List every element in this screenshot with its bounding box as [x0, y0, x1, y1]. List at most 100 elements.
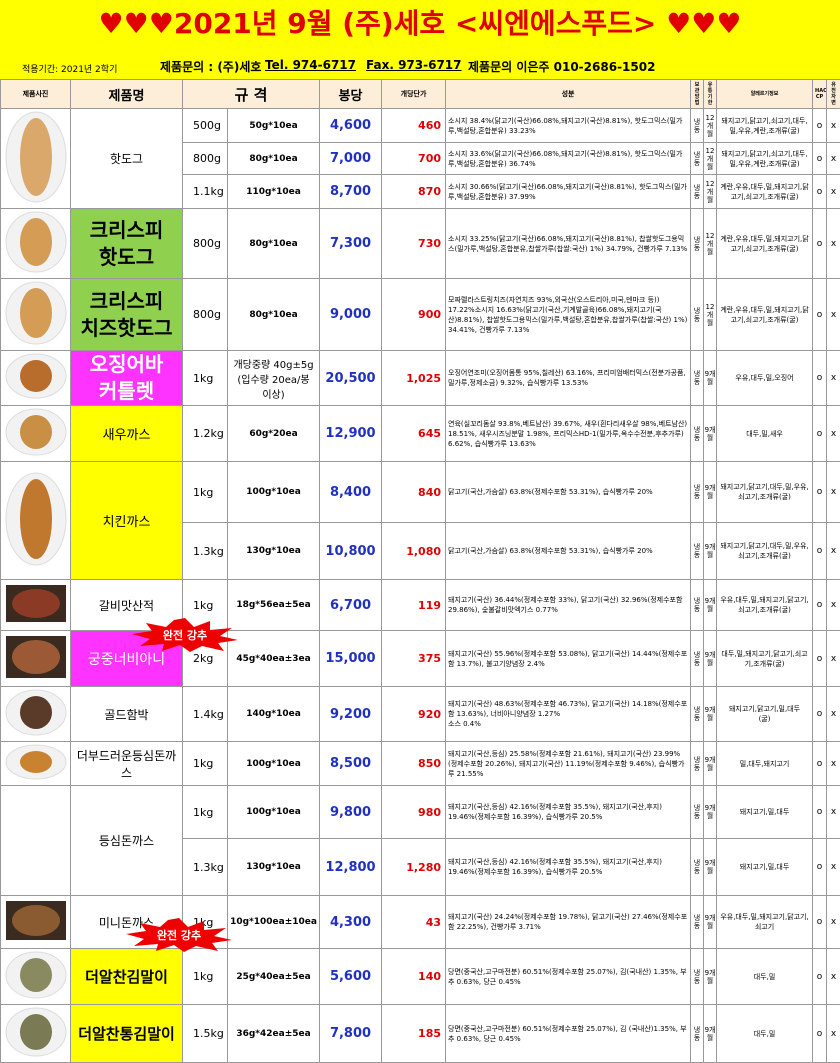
box-price-cell: 4,600 — [320, 109, 382, 143]
spec-cell: 110g*10ea — [228, 175, 320, 209]
recommend-badge-text: 완전 강추 — [126, 918, 232, 952]
allergy-cell: 돼지고기,밀,대두 — [717, 786, 813, 839]
product-photo — [1, 687, 71, 742]
product-photo — [1, 786, 71, 896]
shelf-life-cell: 9개월 — [704, 406, 717, 462]
gmo-cell: x — [827, 523, 840, 580]
spec-cell: 45g*40ea±3ea — [228, 631, 320, 687]
ingredients-cell: 닭고기(국산,가슴살) 63.8%(정제수포함 53.31%), 습식빵가루 2… — [446, 523, 691, 580]
box-price-cell: 9,000 — [320, 279, 382, 351]
shelf-life-cell: 9개월 — [704, 786, 717, 839]
shelf-life-cell: 9개월 — [704, 631, 717, 687]
haccp-cell: o — [813, 1005, 827, 1063]
product-photo — [1, 896, 71, 949]
unit-price-cell: 980 — [382, 786, 446, 839]
product-name: 새우까스 — [71, 406, 183, 462]
contact-company: 제품문의 : (주)세호 — [160, 58, 261, 76]
box-price-cell: 10,800 — [320, 523, 382, 580]
weight-cell: 1.2kg — [183, 406, 228, 462]
ingredients-cell: 소시지 30.66%(닭고기(국산)66.08%,돼지고기(국산)8.81%),… — [446, 175, 691, 209]
shelf-life-cell: 12개월 — [704, 209, 717, 279]
shelf-life-cell: 12개월 — [704, 109, 717, 143]
unit-price-cell: 375 — [382, 631, 446, 687]
col-shelf-life: 유통 기한 — [704, 80, 717, 109]
col-storage: 보관 방법 — [691, 80, 704, 109]
spec-cell: 140g*10ea — [228, 687, 320, 742]
shelf-life-cell: 9개월 — [704, 742, 717, 786]
ingredients-cell: 돼지고기(국산,등심) 42.16%(정제수포함 35.5%), 돼지고기(국산… — [446, 839, 691, 896]
table-row: 새우까스1.2kg60g*20ea12,900645연육(실꼬리돔살 93.8%… — [1, 406, 840, 462]
allergy-cell: 대두,밀,새우 — [717, 406, 813, 462]
food-image-icon — [4, 743, 68, 781]
unit-price-cell: 700 — [382, 143, 446, 175]
product-name: 더알찬통김말이 — [71, 1005, 183, 1063]
storage-cell: 냉동 — [691, 896, 704, 949]
spec-cell: 100g*10ea — [228, 742, 320, 786]
allergy-cell: 돼지고기,닭고기,밀,대두 (굴) — [717, 687, 813, 742]
shelf-life-cell: 9개월 — [704, 1005, 717, 1063]
unit-price-cell: 185 — [382, 1005, 446, 1063]
shelf-life-cell: 12개월 — [704, 143, 717, 175]
allergy-cell: 우유,대두,밀,돼지고기,닭고기,쇠고기 — [717, 896, 813, 949]
unit-price-cell: 870 — [382, 175, 446, 209]
shelf-life-cell: 9개월 — [704, 462, 717, 523]
product-photo — [1, 406, 71, 462]
ingredients-cell: 돼지고기(국산) 36.44%(정제수포함 33%), 닭고기(국산) 32.9… — [446, 580, 691, 631]
weight-cell: 1.3kg — [183, 839, 228, 896]
storage-cell: 냉동 — [691, 279, 704, 351]
spec-cell: 개당중량 40g±5g (입수량 20ea/봉 이상) — [228, 351, 320, 406]
box-price-cell: 7,000 — [320, 143, 382, 175]
gmo-cell: x — [827, 896, 840, 949]
food-image-icon — [4, 1006, 68, 1058]
haccp-cell: o — [813, 631, 827, 687]
weight-cell: 800g — [183, 209, 228, 279]
shelf-life-cell: 9개월 — [704, 351, 717, 406]
ingredients-cell: 돼지고기(국산,등심) 42.16%(정제수포함 35.5%), 돼지고기(국산… — [446, 786, 691, 839]
unit-price-cell: 900 — [382, 279, 446, 351]
gmo-cell: x — [827, 109, 840, 143]
product-table: 제품사진 제품명 규 격 봉당 개당단가 성분 보관 방법 유통 기한 알레르기… — [0, 79, 840, 1063]
weight-cell: 1kg — [183, 351, 228, 406]
table-row: 크리스피 치즈핫도그800g80g*10ea9,000900모짜렐라스트링치즈(… — [1, 279, 840, 351]
spec-cell: 50g*10ea — [228, 109, 320, 143]
allergy-cell: 대두,밀,돼지고기,닭고기,쇠고기,조개류(굴) — [717, 631, 813, 687]
table-row: 치킨까스1kg100g*10ea8,400840닭고기(국산,가슴살) 63.8… — [1, 462, 840, 523]
unit-price-cell: 1,280 — [382, 839, 446, 896]
allergy-cell: 대두,밀 — [717, 1005, 813, 1063]
product-photo — [1, 742, 71, 786]
unit-price-cell: 850 — [382, 742, 446, 786]
allergy-cell: 돼지고기,밀,대두 — [717, 839, 813, 896]
storage-cell: 냉동 — [691, 523, 704, 580]
storage-cell: 냉동 — [691, 949, 704, 1005]
spec-cell: 80g*10ea — [228, 143, 320, 175]
table-row: 오징어바 커틀렛1kg개당중량 40g±5g (입수량 20ea/봉 이상)20… — [1, 351, 840, 406]
box-price-cell: 5,600 — [320, 949, 382, 1005]
box-price-cell: 20,500 — [320, 351, 382, 406]
product-photo — [1, 1005, 71, 1063]
allergy-cell: 우유,대두,밀,오징어 — [717, 351, 813, 406]
product-photo — [1, 351, 71, 406]
spec-cell: 25g*40ea±5ea — [228, 949, 320, 1005]
haccp-cell: o — [813, 896, 827, 949]
spec-cell: 100g*10ea — [228, 462, 320, 523]
allergy-cell: 돼지고기,닭고기,대두,밀,우유,쇠고기,조개류(굴) — [717, 523, 813, 580]
food-image-icon — [4, 897, 68, 944]
col-unit-price: 개당단가 — [382, 80, 446, 109]
shelf-life-cell: 9개월 — [704, 839, 717, 896]
weight-cell: 1kg — [183, 462, 228, 523]
weight-cell: 1.5kg — [183, 1005, 228, 1063]
gmo-cell: x — [827, 143, 840, 175]
box-price-cell: 9,800 — [320, 786, 382, 839]
spec-cell: 100g*10ea — [228, 786, 320, 839]
product-name: 오징어바 커틀렛 — [71, 351, 183, 406]
food-image-icon — [4, 280, 68, 346]
ingredients-cell: 소시지 33.25%(닭고기(국산)66.08%,돼지고기(국산)8.81%),… — [446, 209, 691, 279]
table-row: 궁중너비아니2kg45g*40ea±3ea15,000375돼지고기(국산) 5… — [1, 631, 840, 687]
allergy-cell: 돼지고기,닭고기,쇠고기,대두,밀,우유,계란,조개류(굴) — [717, 109, 813, 143]
gmo-cell: x — [827, 687, 840, 742]
ingredients-cell: 돼지고기(국산) 24.24%(정제수포함 19.78%), 닭고기(국산) 2… — [446, 896, 691, 949]
food-image-icon — [4, 688, 68, 737]
box-price-cell: 6,700 — [320, 580, 382, 631]
box-price-cell: 15,000 — [320, 631, 382, 687]
unit-price-cell: 43 — [382, 896, 446, 949]
